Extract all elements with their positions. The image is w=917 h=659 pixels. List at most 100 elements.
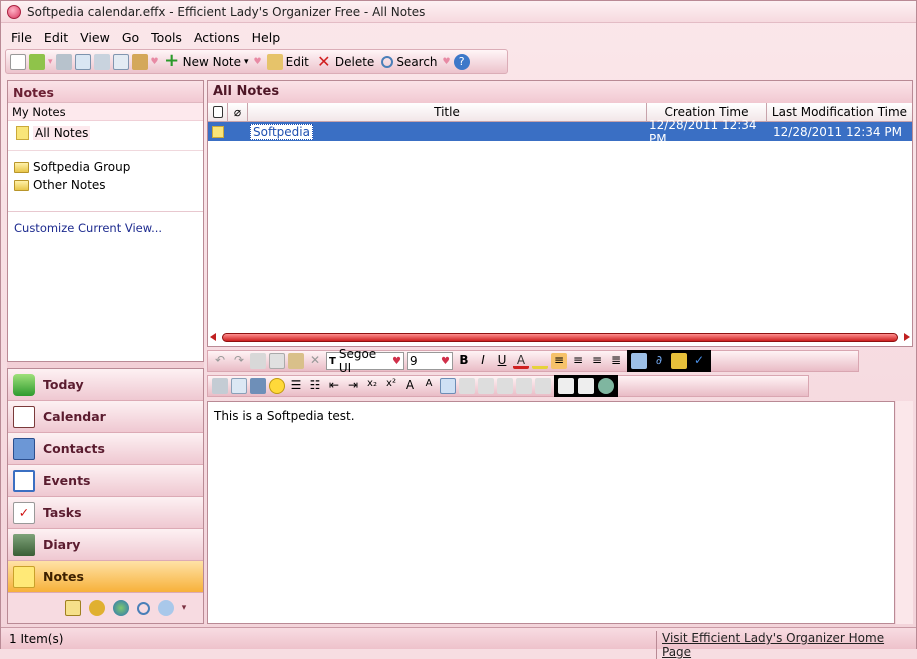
attachment-icon[interactable]: ∂: [651, 353, 667, 369]
subscript-icon[interactable]: x₂: [364, 378, 380, 394]
print-icon[interactable]: [55, 53, 72, 70]
underline-icon[interactable]: U: [494, 353, 510, 369]
font-color-icon[interactable]: A: [513, 353, 529, 369]
delete-row-icon[interactable]: [535, 378, 551, 394]
nav-today[interactable]: Today: [8, 369, 203, 401]
app-icon: [7, 4, 21, 19]
table-col-icon[interactable]: [478, 378, 494, 394]
copy-icon[interactable]: [269, 353, 285, 369]
menu-actions[interactable]: Actions: [188, 30, 246, 45]
homepage-link[interactable]: Visit Efficient Lady's Organizer Home Pa…: [656, 631, 916, 659]
window-title: Softpedia calendar.effx - Efficient Lady…: [27, 4, 426, 19]
new-note-button[interactable]: + New Note ▾: [162, 51, 251, 72]
indent-icon[interactable]: ⇥: [345, 378, 361, 394]
font-size-select[interactable]: 9 ♥: [407, 352, 453, 370]
menu-edit[interactable]: Edit: [38, 30, 74, 45]
open-icon[interactable]: [29, 53, 45, 70]
new-note-label: New Note: [182, 54, 242, 69]
column-modification-time[interactable]: Last Modification Time: [767, 103, 912, 121]
nav-notes[interactable]: Notes: [8, 561, 203, 593]
numbered-list-icon[interactable]: ☷: [307, 378, 323, 394]
table-properties-icon[interactable]: [598, 378, 614, 394]
main-toolbar: ▾ ♥ + New Note ▾ ♥ Edit ✕ Delete Search …: [5, 49, 508, 74]
superscript-icon[interactable]: x²: [383, 378, 399, 394]
spellcheck-icon[interactable]: ✓: [691, 353, 707, 369]
insert-object-icon[interactable]: [671, 353, 687, 369]
menu-help[interactable]: Help: [246, 30, 287, 45]
search-button[interactable]: Search: [379, 52, 439, 72]
scrollbar-thumb[interactable]: [222, 332, 898, 342]
bold-icon[interactable]: B: [456, 353, 472, 369]
folder-icon: [14, 161, 29, 173]
cut-icon[interactable]: [250, 353, 266, 369]
tree-item-all-notes[interactable]: All Notes: [14, 123, 197, 143]
column-title[interactable]: Title: [248, 103, 647, 121]
print-icon[interactable]: [212, 378, 228, 394]
align-right-icon[interactable]: ≡: [589, 353, 605, 369]
note-editor[interactable]: This is a Softpedia test.: [207, 401, 895, 624]
align-left-icon[interactable]: ≡: [551, 353, 567, 369]
delete-button[interactable]: ✕ Delete: [314, 52, 376, 72]
notes-shortcut-icon[interactable]: [64, 600, 81, 616]
table-tools-group: [554, 375, 618, 397]
preview-icon[interactable]: [74, 53, 91, 70]
merge-cells-icon[interactable]: [497, 378, 513, 394]
clear-icon[interactable]: ✕: [307, 353, 323, 369]
nav-contacts[interactable]: Contacts: [8, 433, 203, 465]
paste-icon[interactable]: [288, 353, 304, 369]
scroll-right-arrow-icon[interactable]: [904, 333, 910, 341]
menu-tools[interactable]: Tools: [145, 30, 188, 45]
nav-calendar[interactable]: Calendar: [8, 401, 203, 433]
grow-font-icon[interactable]: A: [402, 378, 418, 394]
preview-icon[interactable]: [231, 378, 247, 394]
cut-icon[interactable]: [93, 53, 110, 70]
help-icon[interactable]: ?: [453, 53, 470, 70]
insert-image-icon[interactable]: [631, 353, 647, 369]
menu-view[interactable]: View: [74, 30, 116, 45]
new-file-icon[interactable]: [10, 53, 26, 70]
align-center-icon[interactable]: ≡: [570, 353, 586, 369]
grid-header: ⌀ Title Creation Time Last Modification …: [208, 103, 912, 122]
globe-icon[interactable]: [112, 600, 129, 616]
bullet-list-icon[interactable]: ☰: [288, 378, 304, 394]
search-icon: [381, 55, 394, 68]
customize-view-link[interactable]: Customize Current View...: [14, 221, 162, 235]
horizontal-scrollbar[interactable]: [210, 332, 910, 342]
menu-go[interactable]: Go: [116, 30, 145, 45]
heart-separator-icon: ♥: [442, 56, 451, 67]
key-icon[interactable]: [88, 600, 105, 616]
insert-table-icon[interactable]: [440, 378, 456, 394]
delete-label: Delete: [334, 54, 375, 69]
insert-row-icon[interactable]: [558, 378, 574, 394]
copy-icon[interactable]: [112, 53, 129, 70]
editor-vertical-scrollbar[interactable]: [896, 401, 913, 624]
nav-events[interactable]: Events: [8, 465, 203, 497]
tree-item-other-notes[interactable]: Other Notes: [14, 175, 197, 195]
table-row-icon[interactable]: [459, 378, 475, 394]
menu-file[interactable]: File: [5, 30, 38, 45]
split-cells-icon[interactable]: [516, 378, 532, 394]
font-select[interactable]: T Segoe UI ♥: [326, 347, 404, 375]
search-icon[interactable]: [136, 601, 150, 615]
nav-diary[interactable]: Diary: [8, 529, 203, 561]
redo-icon[interactable]: ↷: [231, 353, 247, 369]
edit-button[interactable]: Edit: [265, 52, 311, 72]
outdent-icon[interactable]: ⇤: [326, 378, 342, 394]
tree-item-softpedia-group[interactable]: Softpedia Group: [14, 157, 197, 177]
paste-icon[interactable]: [131, 53, 148, 70]
shrink-font-icon[interactable]: A: [421, 378, 437, 394]
nav-tasks[interactable]: ✓ Tasks: [8, 497, 203, 529]
find-icon[interactable]: [250, 378, 266, 394]
highlight-icon[interactable]: [532, 353, 548, 369]
italic-icon[interactable]: I: [475, 353, 491, 369]
smiley-icon[interactable]: [269, 378, 285, 394]
scroll-left-arrow-icon[interactable]: [210, 333, 216, 341]
table-row[interactable]: Softpedia 12/28/2011 12:34 PM 12/28/2011…: [208, 118, 912, 146]
sync-icon[interactable]: [157, 600, 174, 616]
delete-table-icon[interactable]: [578, 378, 594, 394]
column-attachment[interactable]: ⌀: [228, 103, 248, 121]
undo-icon[interactable]: ↶: [212, 353, 228, 369]
app-window: Softpedia calendar.effx - Efficient Lady…: [0, 0, 917, 659]
column-type[interactable]: [208, 103, 228, 121]
justify-icon[interactable]: ≣: [608, 353, 624, 369]
